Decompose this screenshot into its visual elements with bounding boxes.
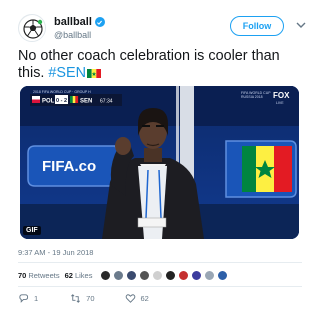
heart-icon <box>125 293 135 303</box>
svg-text:RUSSIA 2018: RUSSIA 2018 <box>241 95 263 99</box>
follow-button[interactable]: Follow <box>230 16 284 36</box>
retweet-icon <box>71 293 81 303</box>
media-gif[interactable]: 2018 FIFA WORLD CUP · GROUP H POL 0 - 2 … <box>20 86 299 239</box>
likes-label: Likes <box>74 270 93 280</box>
scorebug-clock: 67:34 <box>100 99 113 105</box>
retweet-action-count: 70 <box>86 293 95 303</box>
chevron-down-icon[interactable] <box>296 21 306 29</box>
retweets-label: Retweets <box>28 270 60 280</box>
engagement-stats: 70 Retweets 62 Likes <box>18 268 229 282</box>
liker-avatar[interactable] <box>165 269 177 281</box>
display-name-row: ballball <box>54 16 105 28</box>
likes-count: 62 <box>64 270 73 280</box>
handle[interactable]: @ballball <box>54 30 91 40</box>
reply-button[interactable]: 1 <box>18 293 38 304</box>
liker-avatar[interactable] <box>204 269 216 281</box>
channel-logo: FOX <box>273 91 290 100</box>
tweet-timestamp[interactable]: 9:37 AM - 19 Jun 2018 <box>18 248 93 257</box>
hashtag-link[interactable]: #SEN <box>48 65 86 81</box>
senegal-flag-emoji <box>87 69 101 78</box>
live-label: LIVE <box>276 101 284 105</box>
liker-avatars <box>100 269 229 281</box>
gif-badge: GIF <box>23 226 41 235</box>
scorebug-team1: POL <box>42 99 55 105</box>
liker-avatar[interactable] <box>126 269 138 281</box>
scorebug-team2: SEN <box>80 99 92 105</box>
likes-stat[interactable]: 62 Likes <box>65 271 93 280</box>
verified-badge-icon <box>94 17 105 27</box>
gif-frame: 2018 FIFA WORLD CUP · GROUP H POL 0 - 2 … <box>20 86 299 239</box>
liker-avatar[interactable] <box>191 269 203 281</box>
retweets-stat[interactable]: 70 Retweets <box>18 271 60 280</box>
tweet-text: No other coach celebration is cooler tha… <box>18 48 308 82</box>
tweet-header: ballball @ballball Follow <box>18 12 308 44</box>
tweet-actions: 1 70 62 <box>18 292 149 304</box>
like-button[interactable]: 62 <box>125 293 149 304</box>
liker-avatar[interactable] <box>178 269 190 281</box>
ballball-logo-icon <box>19 15 45 41</box>
liker-avatar[interactable] <box>113 269 125 281</box>
retweets-count: 70 <box>18 270 27 280</box>
svg-text:2018 FIFA WORLD CUP · GROUP H: 2018 FIFA WORLD CUP · GROUP H <box>33 90 91 94</box>
like-action-count: 62 <box>140 293 149 303</box>
divider-bottom <box>18 286 302 287</box>
reply-count: 1 <box>34 293 39 303</box>
avatar[interactable] <box>18 14 46 42</box>
divider-top <box>18 262 302 263</box>
liker-avatar[interactable] <box>100 269 112 281</box>
display-name[interactable]: ballball <box>54 16 92 28</box>
liker-avatar[interactable] <box>139 269 151 281</box>
reply-icon <box>19 293 29 303</box>
liker-avatar[interactable] <box>217 269 229 281</box>
board-text: FIFA.co <box>42 158 96 175</box>
retweet-button[interactable]: 70 <box>70 293 95 304</box>
scorebug-score: 0 - 2 <box>56 98 67 104</box>
liker-avatar[interactable] <box>152 269 164 281</box>
